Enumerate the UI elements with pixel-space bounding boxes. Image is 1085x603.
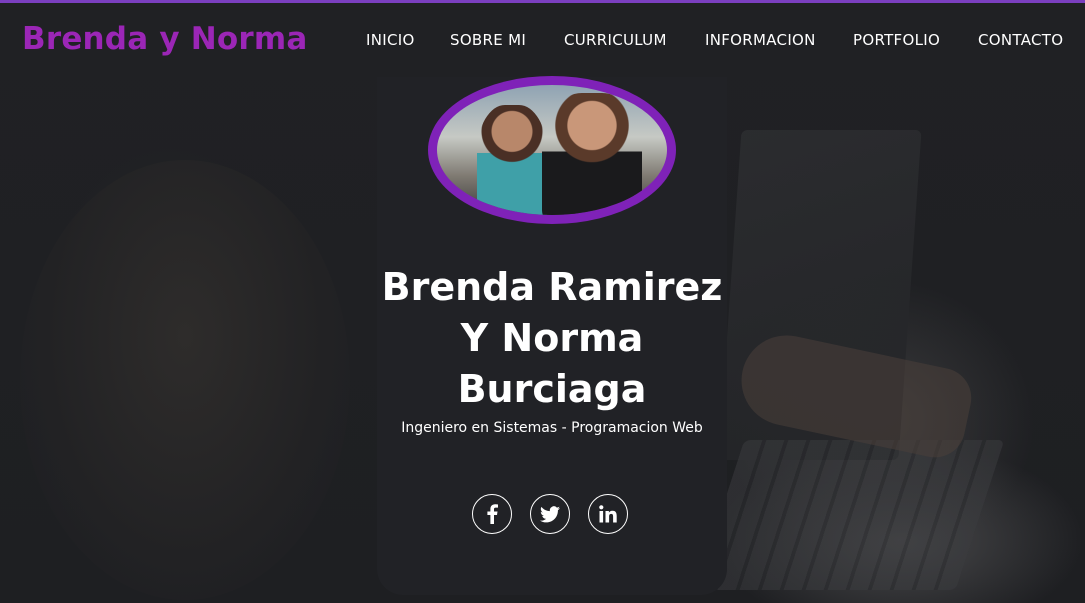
nav-link-informacion[interactable]: INFORMACION: [705, 31, 816, 49]
nav-link-portfolio[interactable]: PORTFOLIO: [853, 31, 940, 49]
nav-link-inicio[interactable]: INICIO: [366, 31, 415, 49]
profile-name-line-2: Y Norma: [460, 316, 644, 360]
nav-link-curriculum[interactable]: CURRICULUM: [564, 31, 667, 49]
nav-links: INICIO SOBRE MI CURRICULUM INFORMACION P…: [0, 31, 1085, 51]
profile-subtitle: Ingeniero en Sistemas - Programacion Web: [401, 420, 703, 436]
facebook-button[interactable]: [472, 494, 512, 534]
profile-name-line-1: Brenda Ramirez: [381, 265, 723, 309]
profile-name: Brenda Ramirez Y Norma Burciaga: [377, 262, 727, 415]
profile-name-line-3: Burciaga: [457, 367, 647, 411]
photo-person-left: [477, 105, 547, 215]
facebook-icon: [486, 504, 498, 524]
nav-link-sobre-mi[interactable]: SOBRE MI: [450, 31, 526, 49]
avatar-ring: [428, 76, 676, 224]
photo-person-right: [542, 93, 642, 215]
avatar-photo: [437, 85, 667, 215]
background-laptop-keyboard: [695, 440, 1005, 590]
twitter-icon: [540, 505, 560, 523]
nav-link-contacto[interactable]: CONTACTO: [978, 31, 1063, 49]
twitter-button[interactable]: [530, 494, 570, 534]
navbar: Brenda y Norma INICIO SOBRE MI CURRICULU…: [0, 3, 1085, 77]
background-person-hair: [20, 160, 350, 600]
linkedin-button[interactable]: [588, 494, 628, 534]
linkedin-icon: [599, 505, 617, 523]
social-links: [472, 494, 632, 538]
